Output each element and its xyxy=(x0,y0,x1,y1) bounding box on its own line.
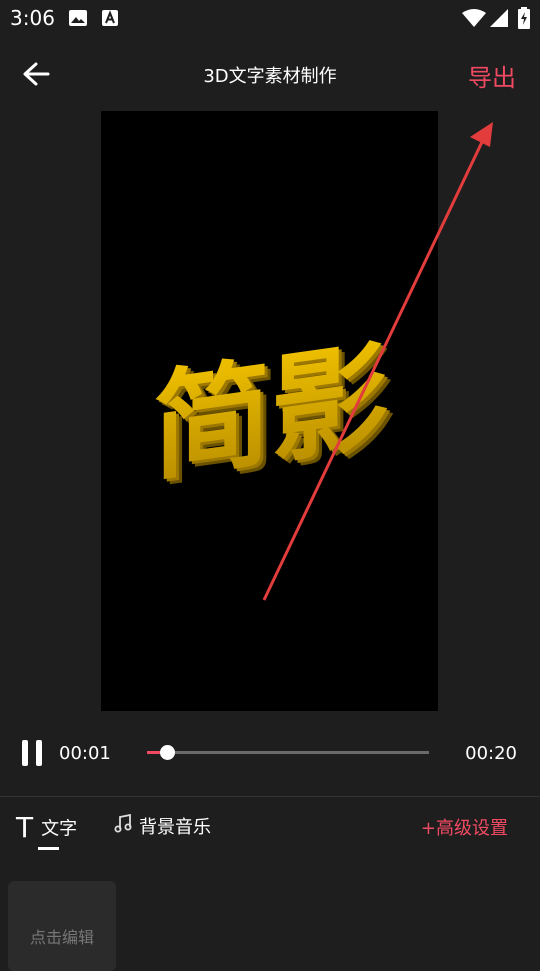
current-time: 00:01 xyxy=(59,743,111,764)
edit-text-card[interactable]: 点击编辑 xyxy=(8,881,116,971)
image-notification-icon xyxy=(68,9,88,31)
tab-background-music[interactable]: 背景音乐 xyxy=(113,813,211,841)
active-tab-indicator xyxy=(38,847,59,850)
preview-3d-text: 简影 简影 简影 xyxy=(153,327,395,503)
cell-signal-icon xyxy=(490,9,508,31)
status-bar: 3:06 xyxy=(0,0,540,36)
tab-text-label: 文字 xyxy=(41,818,78,840)
pause-button[interactable] xyxy=(22,740,46,766)
status-time: 3:06 xyxy=(10,6,55,30)
text-notification-icon xyxy=(101,9,119,31)
video-preview[interactable]: 简影 简影 简影 xyxy=(101,111,438,711)
pause-icon xyxy=(22,740,28,766)
page-title: 3D文字素材制作 xyxy=(203,66,337,87)
edit-card-label: 点击编辑 xyxy=(29,928,94,947)
editor-tabs: T 文字 背景音乐 +高级设置 xyxy=(0,797,540,857)
tab-text[interactable]: T 文字 xyxy=(16,811,78,846)
music-note-icon xyxy=(113,813,133,839)
battery-charging-icon xyxy=(518,7,530,33)
tab-background-music-label: 背景音乐 xyxy=(139,817,211,838)
wifi-icon xyxy=(462,9,486,31)
seek-thumb[interactable] xyxy=(159,745,175,760)
advanced-settings-button[interactable]: +高级设置 xyxy=(421,814,508,840)
seek-bar[interactable] xyxy=(147,745,429,760)
app-bar: 3D文字素材制作 导出 xyxy=(0,36,540,112)
total-time: 00:20 xyxy=(465,743,517,764)
text-t-icon: T xyxy=(16,811,34,844)
export-button[interactable]: 导出 xyxy=(468,58,516,93)
playback-controls: 00:01 00:20 xyxy=(0,730,540,778)
